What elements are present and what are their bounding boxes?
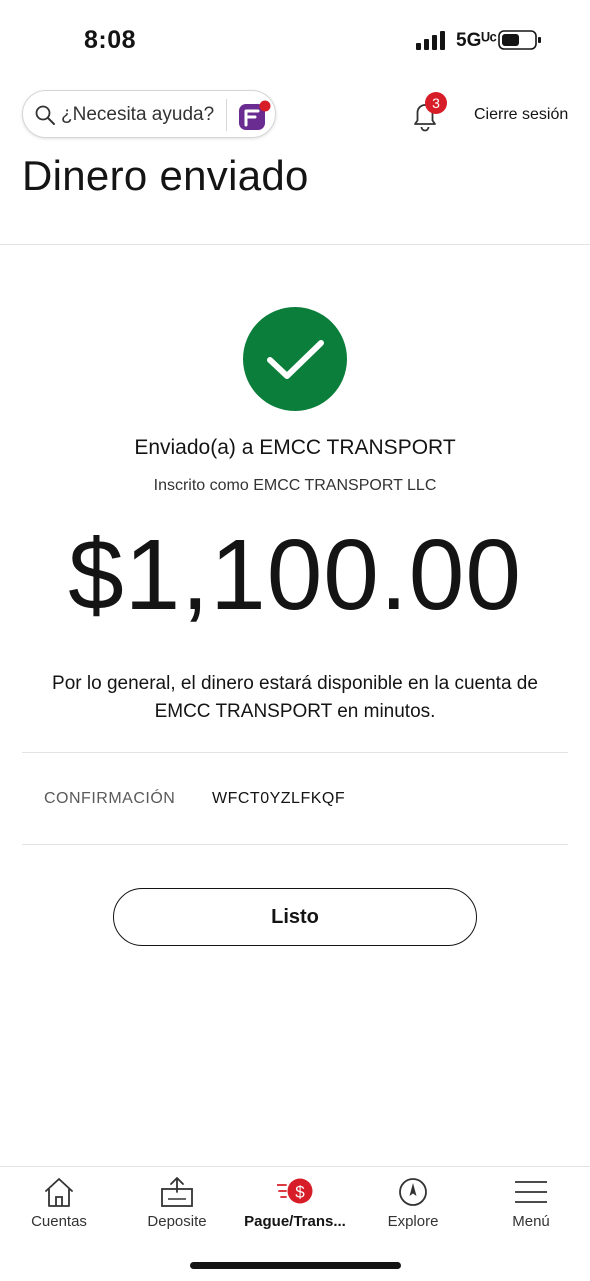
help-search-placeholder: ¿Necesita ayuda? — [61, 104, 215, 125]
tab-deposite[interactable]: Deposite — [118, 1167, 236, 1247]
battery-icon — [498, 30, 541, 50]
tab-explore[interactable]: Explore — [354, 1167, 472, 1247]
logout-link[interactable]: Cierre sesión — [474, 106, 568, 124]
compass-icon — [399, 1178, 427, 1206]
recipient-label: Enviado(a) a EMCC TRANSPORT — [134, 436, 456, 459]
tab-label: Cuentas — [31, 1213, 87, 1230]
home-icon — [45, 1178, 73, 1207]
availability-note: Por lo general, el dinero estará disponi… — [52, 673, 538, 722]
confirmation-number: WFCT0YZLFKQF — [212, 790, 346, 807]
signal-strength-icon — [416, 31, 445, 50]
menu-icon — [515, 1181, 547, 1203]
divider-bottom — [22, 844, 568, 845]
help-divider — [226, 99, 227, 131]
checkmark-icon — [267, 340, 324, 379]
fargo-assistant-icon[interactable] — [236, 99, 272, 135]
title-divider — [0, 244, 590, 245]
notification-count-badge: 3 — [425, 92, 447, 114]
pay-transfer-icon: $ — [277, 1178, 313, 1204]
tab-label: Menú — [512, 1213, 550, 1230]
tab-menu[interactable]: Menú — [472, 1167, 590, 1247]
success-check-icon — [243, 307, 347, 411]
network-type: 5Gᵁᶜ — [456, 30, 497, 51]
tab-label: Pague/Trans... — [244, 1213, 346, 1230]
amount-sent: $1,100.00 — [68, 519, 522, 631]
svg-text:$: $ — [295, 1183, 305, 1202]
search-icon — [35, 105, 55, 125]
confirmation-label: CONFIRMACIÓN — [44, 790, 176, 807]
home-indicator[interactable] — [190, 1262, 401, 1269]
status-bar: 8:08 5Gᵁᶜ — [0, 0, 590, 80]
tab-pague-transfiera[interactable]: $ Pague/Trans... — [236, 1167, 354, 1247]
tab-cuentas[interactable]: Cuentas — [0, 1167, 118, 1247]
divider-top — [22, 752, 568, 753]
done-button[interactable]: Listo — [113, 888, 477, 946]
tab-label: Deposite — [147, 1213, 207, 1230]
status-time: 8:08 — [84, 26, 137, 54]
deposit-icon — [161, 1177, 193, 1207]
header-bar: ¿Necesita ayuda? 3 Cierre sesión — [0, 88, 590, 144]
help-search-bar[interactable]: ¿Necesita ayuda? — [22, 90, 276, 138]
tab-label: Explore — [387, 1213, 439, 1230]
page-title: Dinero enviado — [22, 152, 309, 199]
registered-name: Inscrito como EMCC TRANSPORT LLC — [153, 477, 437, 494]
